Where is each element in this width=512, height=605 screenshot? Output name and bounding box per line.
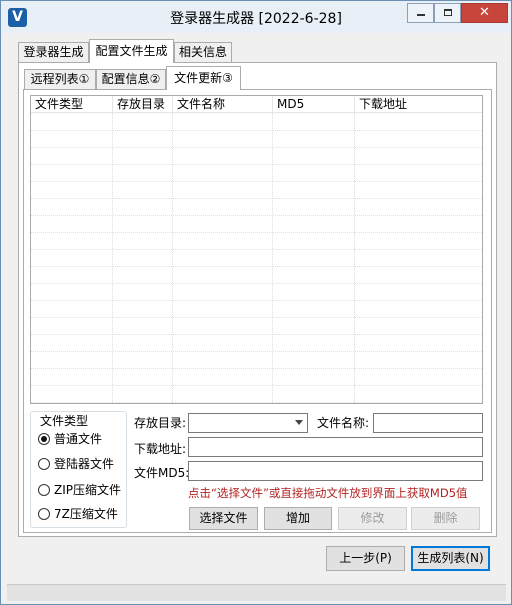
column-header-md5[interactable]: MD5 <box>273 96 355 113</box>
main-window: V 登录器生成器 [2022-6-28] ✕ 登录器生成 配置文件生成 相关信息… <box>0 0 512 605</box>
row-gridline <box>31 147 482 148</box>
radio-zip-file[interactable]: ZIP压缩文件 <box>38 482 121 498</box>
radio-7z-file[interactable]: 7Z压缩文件 <box>38 506 118 522</box>
status-bar <box>7 584 506 601</box>
prev-step-button[interactable]: 上一步(P) <box>326 546 405 571</box>
select-file-button[interactable]: 选择文件 <box>189 507 258 530</box>
row-gridline <box>31 215 482 216</box>
md5-label: 文件MD5: <box>134 466 190 480</box>
radio-unchecked-icon[interactable] <box>38 507 50 520</box>
row-gridline <box>31 164 482 165</box>
row-gridline <box>31 334 482 335</box>
column-gridline <box>172 113 173 403</box>
file-type-group-label: 文件类型 <box>38 412 91 429</box>
column-gridline <box>354 113 355 403</box>
row-gridline <box>31 351 482 352</box>
row-gridline <box>31 249 482 250</box>
radio-label: 普通文件 <box>54 432 103 446</box>
radio-checked-icon[interactable] <box>38 432 50 445</box>
list-header: 文件类型 存放目录 文件名称 MD5 下载地址 <box>31 96 482 113</box>
radio-launcher-file[interactable]: 登陆器文件 <box>38 456 114 472</box>
tab-launcher-generate[interactable]: 登录器生成 <box>18 42 89 62</box>
title-bar[interactable]: V 登录器生成器 [2022-6-28] ✕ <box>1 1 511 33</box>
minimize-button[interactable] <box>407 3 434 23</box>
column-header-url[interactable]: 下载地址 <box>355 96 482 113</box>
minimize-icon <box>416 14 425 16</box>
column-header-dir[interactable]: 存放目录 <box>113 96 173 113</box>
column-gridline <box>272 113 273 403</box>
column-header-file-type[interactable]: 文件类型 <box>31 96 113 113</box>
generate-list-button[interactable]: 生成列表(N) <box>411 546 490 571</box>
radio-label: ZIP压缩文件 <box>54 483 121 497</box>
radio-label: 登陆器文件 <box>54 457 115 471</box>
dir-select[interactable] <box>188 413 308 433</box>
maximize-icon <box>443 9 452 16</box>
row-gridline <box>31 402 482 403</box>
row-gridline <box>31 181 482 182</box>
close-icon: ✕ <box>479 5 490 20</box>
radio-normal-file[interactable]: 普通文件 <box>38 431 102 447</box>
radio-unchecked-icon[interactable] <box>38 483 50 496</box>
file-list[interactable]: 文件类型 存放目录 文件名称 MD5 下载地址 <box>30 95 483 404</box>
chevron-down-icon <box>295 420 303 425</box>
close-button[interactable]: ✕ <box>461 3 508 23</box>
row-gridline <box>31 283 482 284</box>
column-gridline <box>112 113 113 403</box>
radio-label: 7Z压缩文件 <box>54 507 118 521</box>
tab-config-info[interactable]: 配置信息② <box>96 69 166 89</box>
row-gridline <box>31 368 482 369</box>
dir-label: 存放目录: <box>134 416 187 430</box>
tab-file-update[interactable]: 文件更新③ <box>166 66 241 90</box>
row-gridline <box>31 130 482 131</box>
row-gridline <box>31 266 482 267</box>
tab-config-generate[interactable]: 配置文件生成 <box>89 39 174 63</box>
radio-unchecked-icon[interactable] <box>38 457 50 470</box>
file-name-input[interactable] <box>373 413 483 433</box>
row-gridline <box>31 385 482 386</box>
md5-hint-text: 点击“选择文件”或直接拖动文件放到界面上获取MD5值 <box>188 486 468 500</box>
url-label: 下载地址: <box>134 442 187 456</box>
url-input[interactable] <box>188 437 483 457</box>
maximize-button[interactable] <box>434 3 461 23</box>
row-gridline <box>31 232 482 233</box>
add-button[interactable]: 增加 <box>264 507 332 530</box>
tab-related-info[interactable]: 相关信息 <box>174 42 232 62</box>
row-gridline <box>31 300 482 301</box>
delete-button[interactable]: 删除 <box>411 507 480 530</box>
row-gridline <box>31 317 482 318</box>
md5-input[interactable] <box>188 461 483 481</box>
tab-remote-list[interactable]: 远程列表① <box>24 69 96 89</box>
modify-button[interactable]: 修改 <box>338 507 407 530</box>
row-gridline <box>31 198 482 199</box>
column-header-file-name[interactable]: 文件名称 <box>173 96 273 113</box>
file-name-label: 文件名称: <box>317 416 370 430</box>
